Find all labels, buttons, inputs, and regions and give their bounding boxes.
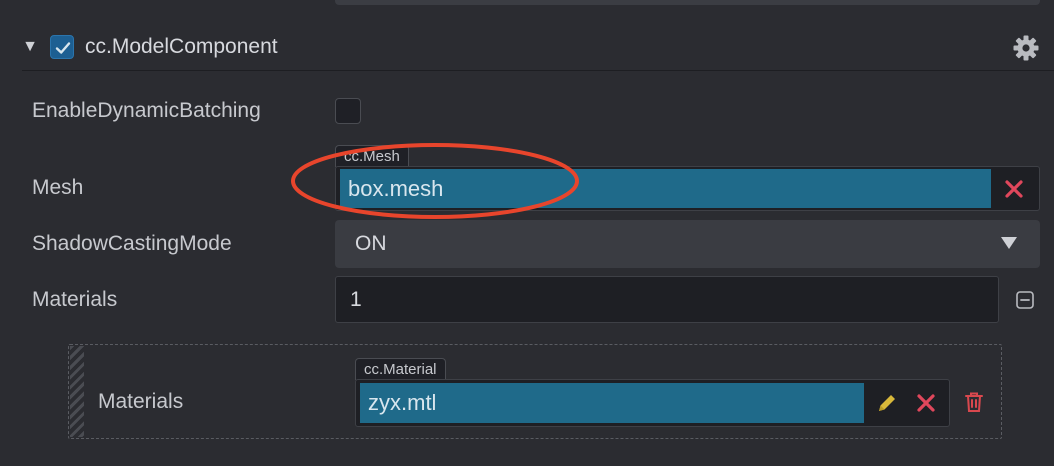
enable-dynamic-batching-label: EnableDynamicBatching — [32, 99, 261, 122]
mesh-asset-field[interactable]: box.mesh — [335, 166, 1040, 211]
materials-label: Materials — [32, 288, 118, 311]
triangle-down-icon[interactable]: ▼ — [20, 36, 40, 58]
pencil-icon[interactable] — [872, 388, 902, 418]
component-title: cc.ModelComponent — [85, 35, 278, 58]
material-asset-type-tag: cc.Material — [355, 358, 446, 380]
shadow-casting-mode-label: ShadowCastingMode — [32, 232, 232, 255]
material-item-label: Materials — [98, 390, 184, 413]
mesh-asset-type-tag: cc.Mesh — [335, 145, 409, 167]
gear-icon[interactable] — [1012, 34, 1040, 62]
component-enabled-checkbox[interactable] — [50, 35, 74, 59]
close-icon[interactable] — [999, 174, 1029, 204]
mesh-label: Mesh — [32, 176, 84, 199]
minus-square-icon[interactable] — [1015, 290, 1035, 310]
mesh-asset-value[interactable]: box.mesh — [340, 169, 991, 208]
previous-property-field — [335, 0, 1040, 5]
shadow-casting-mode-select[interactable]: ON — [335, 220, 1040, 268]
caret-down-icon — [1001, 237, 1017, 249]
trash-icon[interactable] — [959, 387, 989, 417]
material-asset-value[interactable]: zyx.mtl — [360, 383, 864, 423]
enable-dynamic-batching-checkbox[interactable] — [335, 98, 361, 124]
shadow-casting-mode-value: ON — [355, 232, 387, 255]
header-divider — [22, 70, 1054, 71]
materials-count-input[interactable]: 1 — [335, 276, 999, 323]
inspector-panel: ▼ cc.ModelComponent EnableDynamicBatchin… — [0, 0, 1054, 466]
close-icon[interactable] — [911, 388, 941, 418]
drag-handle[interactable] — [70, 346, 84, 437]
material-asset-field[interactable]: zyx.mtl — [355, 379, 950, 427]
checkmark-icon — [55, 42, 71, 54]
